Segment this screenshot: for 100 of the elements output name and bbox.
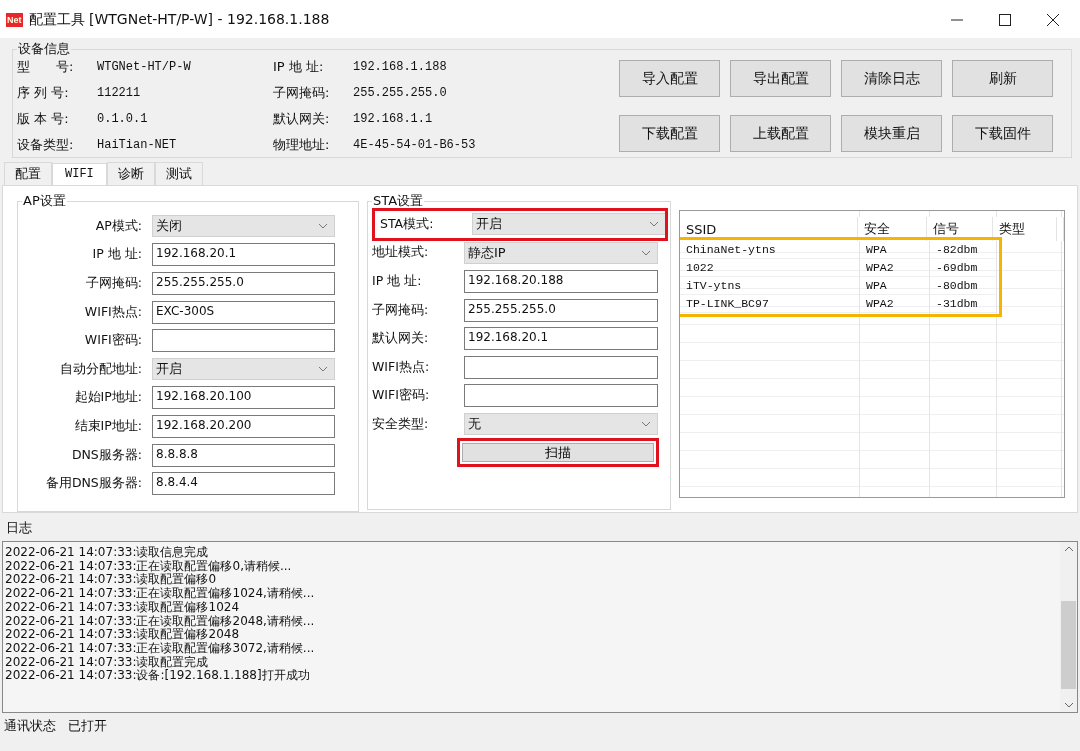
maximize-icon[interactable] bbox=[998, 13, 1012, 27]
field-label: 安全类型: bbox=[371, 415, 430, 433]
input-field[interactable]: 8.8.8.8 bbox=[152, 443, 335, 467]
action-button[interactable]: 刷新 bbox=[952, 60, 1053, 97]
field-label: 默认网关: bbox=[371, 330, 430, 348]
scrollbar[interactable] bbox=[1060, 542, 1077, 712]
close-icon[interactable] bbox=[1046, 13, 1060, 27]
field-label: WIFI密码: bbox=[371, 387, 431, 405]
info-value: HaiTian-NET bbox=[97, 138, 177, 152]
info-label: 序 列 号: bbox=[17, 84, 70, 102]
input-field[interactable]: 192.168.20.1 bbox=[464, 327, 658, 351]
chevron-icon bbox=[318, 366, 328, 373]
scroll-down-icon[interactable] bbox=[1063, 701, 1074, 709]
chevron-icon bbox=[641, 249, 651, 256]
table-cell: ChinaNet-ytns bbox=[680, 241, 860, 259]
table-cell: -69dbm bbox=[930, 259, 997, 277]
field-label: WIFI热点: bbox=[83, 303, 142, 321]
dropdown[interactable]: 关闭 bbox=[152, 215, 335, 238]
dropdown[interactable]: 开启 bbox=[152, 358, 335, 381]
info-value: 192.168.1.1 bbox=[353, 112, 433, 126]
table-cell: -82dbm bbox=[930, 241, 997, 259]
field-label: AP模式: bbox=[94, 217, 142, 235]
info-label: 设备类型: bbox=[17, 136, 75, 154]
dropdown[interactable]: 开启 bbox=[472, 213, 666, 236]
table-cell: WPA bbox=[860, 277, 930, 295]
info-label: IP 地 址: bbox=[273, 58, 325, 76]
field-label: 起始IP地址: bbox=[73, 389, 142, 407]
log-line: 2022-06-21 14:07:33:读取配置偏移2048 bbox=[5, 628, 241, 642]
info-value: 0.1.0.1 bbox=[97, 112, 148, 126]
tab[interactable]: 诊断 bbox=[106, 162, 155, 185]
info-label: 型 号: bbox=[17, 58, 75, 76]
column-header[interactable]: 安全 bbox=[857, 217, 927, 241]
field-label: 子网掩码: bbox=[371, 301, 430, 319]
action-button[interactable]: 上载配置 bbox=[730, 115, 831, 152]
input-field[interactable] bbox=[152, 329, 335, 353]
action-button[interactable]: 导入配置 bbox=[619, 60, 720, 97]
table-cell: WPA2 bbox=[860, 295, 930, 313]
input-field[interactable]: 255.255.255.0 bbox=[152, 272, 335, 295]
info-value: WTGNet-HT/P-W bbox=[97, 60, 191, 74]
action-button[interactable]: 清除日志 bbox=[841, 60, 942, 97]
field-label: 自动分配地址: bbox=[58, 360, 142, 378]
field-label: WIFI热点: bbox=[371, 358, 431, 376]
log-line: 2022-06-21 14:07:33:正在读取配置偏移0,请稍候... bbox=[5, 559, 293, 573]
field-label: STA模式: bbox=[379, 215, 435, 233]
log-line: 2022-06-21 14:07:33:设备:[192.168.1.188]打开成功 bbox=[5, 669, 311, 684]
table-cell: WPA bbox=[860, 241, 930, 259]
chevron-icon bbox=[318, 223, 328, 230]
input-field[interactable]: 192.168.20.200 bbox=[152, 414, 335, 438]
action-button[interactable]: 下载配置 bbox=[619, 115, 720, 152]
field-label: 子网掩码: bbox=[84, 275, 142, 292]
field-label: WIFI密码: bbox=[83, 332, 142, 350]
input-field[interactable]: 255.255.255.0 bbox=[464, 298, 658, 322]
info-value: 255.255.255.0 bbox=[353, 86, 447, 100]
info-value: 112211 bbox=[97, 86, 141, 100]
input-field[interactable]: 192.168.20.1 bbox=[152, 243, 335, 267]
tab[interactable]: 测试 bbox=[154, 162, 203, 185]
table-cell: -80dbm bbox=[930, 277, 997, 295]
input-field[interactable]: 192.168.20.188 bbox=[464, 270, 658, 293]
action-button[interactable]: 下载固件 bbox=[952, 115, 1053, 152]
log-line: 2022-06-21 14:07:33:读取配置偏移0 bbox=[5, 573, 218, 587]
tab[interactable]: WIFI bbox=[52, 163, 107, 185]
field-label: 备用DNS服务器: bbox=[44, 475, 142, 493]
input-field[interactable] bbox=[464, 355, 658, 379]
column-header[interactable]: SSID bbox=[680, 217, 858, 241]
scroll-up-icon[interactable] bbox=[1063, 545, 1074, 553]
info-label: 子网掩码: bbox=[273, 84, 331, 102]
table-cell: iTV-ytns bbox=[680, 277, 860, 295]
tab[interactable]: 配置 bbox=[4, 162, 52, 185]
group-title: 设备信息 bbox=[17, 40, 71, 58]
input-field[interactable]: EXC-300S bbox=[152, 300, 335, 324]
scan-button[interactable]: 扫描 bbox=[462, 442, 654, 462]
info-label: 默认网关: bbox=[273, 110, 331, 128]
info-value: 4E-45-54-01-B6-53 bbox=[353, 138, 476, 152]
action-button[interactable]: 导出配置 bbox=[730, 60, 831, 97]
scroll-thumb[interactable] bbox=[1061, 601, 1076, 689]
table-cell: WPA2 bbox=[860, 259, 930, 277]
input-field[interactable] bbox=[464, 384, 658, 408]
dropdown[interactable]: 无 bbox=[464, 413, 658, 436]
field-label: IP 地 址: bbox=[371, 273, 423, 290]
group-title: AP设置 bbox=[22, 192, 67, 210]
window-title: 配置工具 [WTGNet-HT/P-W] - 192.168.1.188 bbox=[28, 11, 330, 29]
app-icon: Net bbox=[6, 13, 23, 27]
column-header[interactable]: 类型 bbox=[992, 217, 1057, 241]
dropdown[interactable]: 静态IP bbox=[464, 241, 658, 264]
field-label: 地址模式: bbox=[371, 244, 430, 262]
action-button[interactable]: 模块重启 bbox=[841, 115, 942, 152]
chevron-icon bbox=[641, 421, 651, 428]
log-title: 日志 bbox=[6, 519, 33, 537]
field-label: 结束IP地址: bbox=[73, 417, 142, 435]
group-title: STA设置 bbox=[372, 192, 425, 210]
status-value: 已打开 bbox=[68, 717, 107, 735]
log-line: 2022-06-21 14:07:33:读取配置完成 bbox=[5, 655, 210, 669]
table-cell: 1022 bbox=[680, 259, 860, 277]
input-field[interactable]: 192.168.20.100 bbox=[152, 386, 335, 410]
status-label: 通讯状态 bbox=[4, 717, 56, 735]
info-label: 版 本 号: bbox=[17, 110, 70, 128]
info-value: 192.168.1.188 bbox=[353, 60, 447, 74]
log-line: 2022-06-21 14:07:33:正在读取配置偏移1024,请稍候... bbox=[5, 587, 316, 601]
input-field[interactable]: 8.8.4.4 bbox=[152, 472, 335, 496]
column-header[interactable]: 信号 bbox=[926, 217, 993, 241]
